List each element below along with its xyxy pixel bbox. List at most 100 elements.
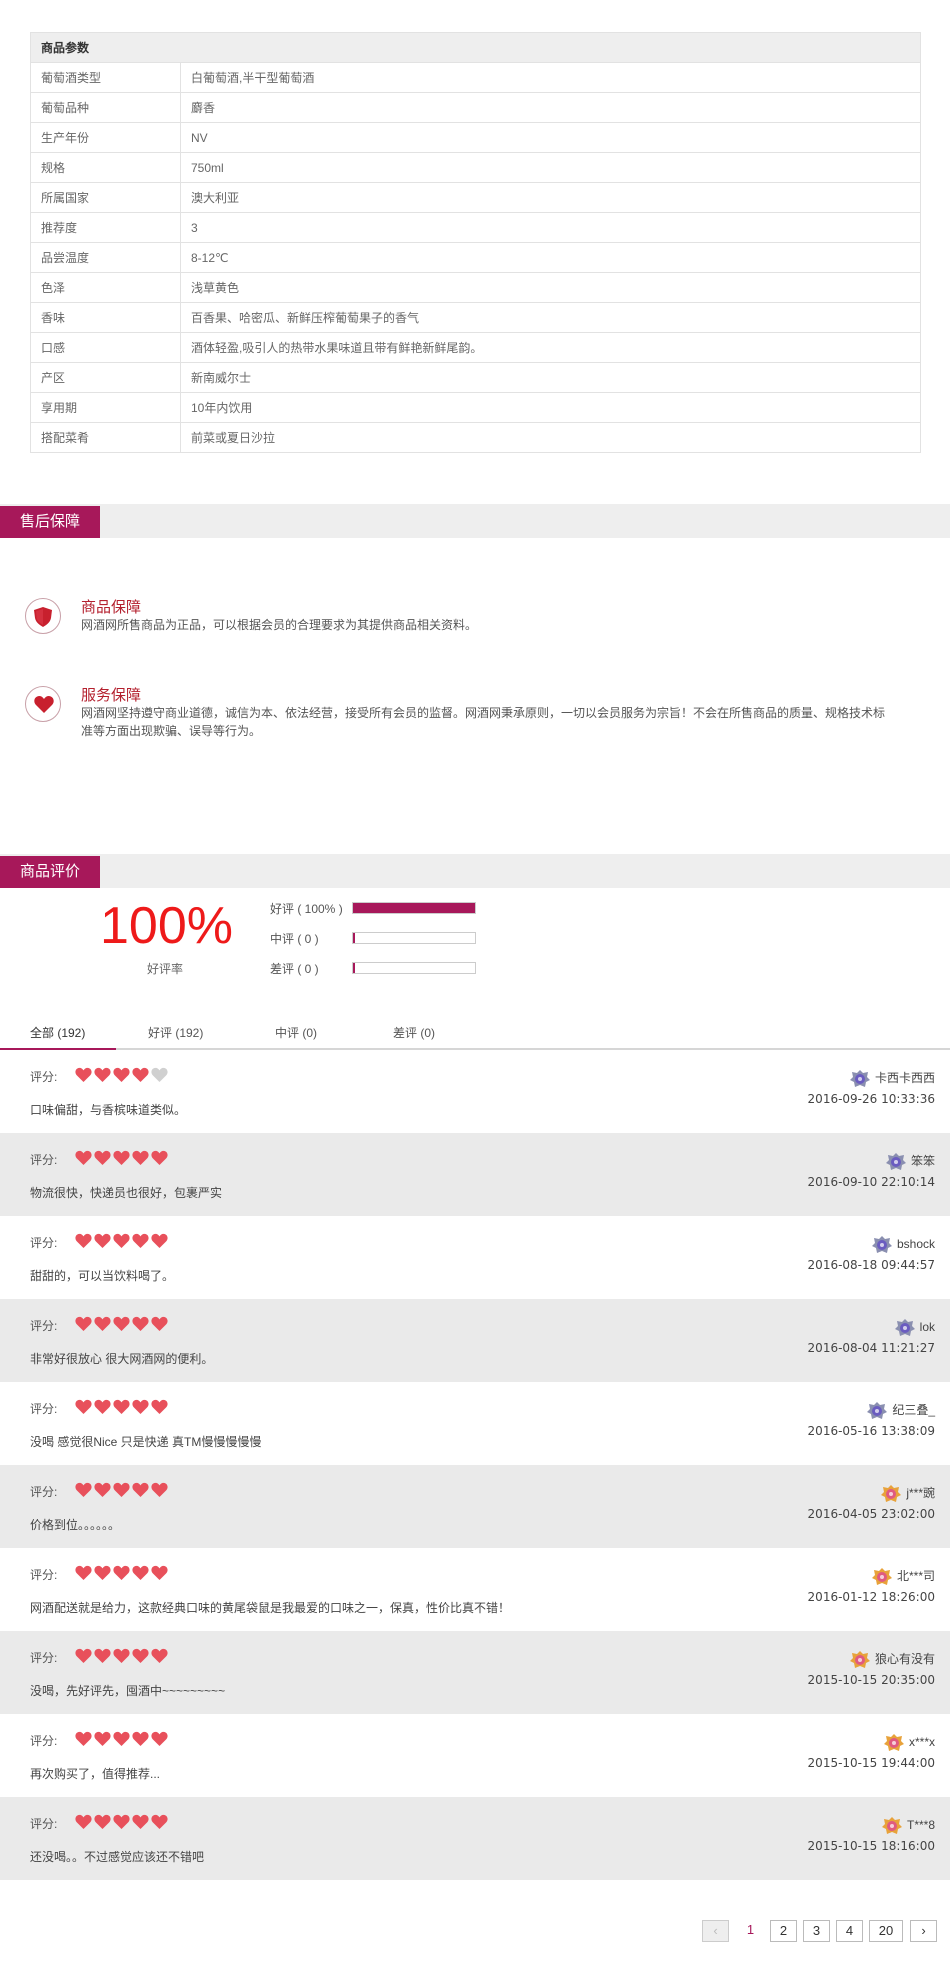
after-sales-tab[interactable]: 售后保障 [0, 506, 100, 538]
positive-rate-label: 好评率 [146, 962, 183, 976]
heart-icon [132, 1565, 149, 1580]
heart-icon [151, 1482, 168, 1497]
shield-icon [25, 598, 61, 634]
score-hearts [75, 1316, 170, 1334]
heart-icon [94, 1316, 111, 1331]
heart-icon [94, 1731, 111, 1746]
param-value: 白葡萄酒,半干型葡萄酒 [180, 62, 921, 93]
param-key: 葡萄品种 [30, 92, 181, 123]
score-label: 评分: [30, 1402, 58, 1416]
review-username: 笨笨 [910, 1154, 935, 1168]
page-4[interactable]: 4 [836, 1920, 863, 1942]
rating-neutral-label: 中评 ( 0 ) [270, 932, 319, 946]
review-user[interactable]: lok [894, 1317, 935, 1337]
heart-icon [113, 1482, 130, 1497]
review-user[interactable]: bshock [871, 1234, 935, 1254]
review-text: 还没喝。。不过感觉应该还不错吧 [30, 1850, 205, 1864]
param-value: 3 [180, 212, 921, 243]
param-key: 色泽 [30, 272, 181, 303]
page-1[interactable]: 1 [737, 1920, 764, 1942]
heart-icon [113, 1648, 130, 1663]
review-text: 非常好很放心 很大网酒网的便利。 [30, 1352, 214, 1366]
heart-icon [75, 1482, 92, 1497]
param-key: 葡萄酒类型 [30, 62, 181, 93]
param-value: 750ml [180, 152, 921, 183]
review-user[interactable]: 北***司 [871, 1566, 935, 1586]
rating-bad-bar [352, 962, 476, 974]
review-user[interactable]: 纪三叠_ [866, 1400, 935, 1420]
review-user[interactable]: j***豌 [880, 1483, 935, 1503]
heart-icon [151, 1565, 168, 1580]
heart-icon [113, 1565, 130, 1580]
member-badge-icon [881, 1484, 902, 1502]
page-2[interactable]: 2 [770, 1920, 797, 1942]
heart-icon [151, 1150, 168, 1165]
tab-bad[interactable]: 差评 (0) [393, 1024, 435, 1041]
params-row: 产区 新南威尔士 [30, 362, 921, 393]
review-item: 评分: 还没喝。。不过感觉应该还不错吧 T***8 2015-10-15 18:16:… [0, 1797, 950, 1880]
page-3[interactable]: 3 [803, 1920, 830, 1942]
param-key: 口感 [30, 332, 181, 363]
review-text: 口味偏甜，与香槟味道类似。 [30, 1103, 187, 1117]
review-username: 狼心有没有 [874, 1652, 935, 1666]
tab-neutral[interactable]: 中评 (0) [275, 1024, 317, 1041]
heart-icon [75, 1731, 92, 1746]
params-row: 生产年份 NV [30, 122, 921, 153]
member-badge-icon [849, 1650, 870, 1668]
heart-icon [75, 1399, 92, 1414]
heart-icon [94, 1648, 111, 1663]
review-user[interactable]: 狼心有没有 [849, 1649, 935, 1669]
heart-icon [113, 1150, 130, 1165]
review-user[interactable]: 笨笨 [885, 1151, 935, 1171]
review-item: 评分: 非常好很放心 很大网酒网的便利。 lok 2016-08-04 11:21:2… [0, 1299, 950, 1382]
member-badge-icon [881, 1816, 902, 1834]
guarantee-service-desc: 网酒网坚持遵守商业道德，诚信为本、依法经营，接受所有会员的监督。网酒网秉承原则，… [81, 706, 886, 738]
score-hearts [75, 1814, 170, 1832]
score-hearts [75, 1648, 170, 1666]
review-user[interactable]: 卡西卡西西 [849, 1068, 935, 1088]
params-row: 葡萄品种 麝香 [30, 92, 921, 123]
params-row: 口感 酒体轻盈,吸引人的热带水果味道且带有鲜艳新鲜尾韵。 [30, 332, 921, 363]
heart-icon [132, 1482, 149, 1497]
heart-icon [75, 1814, 92, 1829]
heart-icon [132, 1233, 149, 1248]
heart-icon [75, 1565, 92, 1580]
score-hearts [75, 1067, 170, 1085]
heart-icon [113, 1399, 130, 1414]
params-row: 享用期 10年内饮用 [30, 392, 921, 423]
next-page-button[interactable]: › [910, 1920, 937, 1942]
tab-good[interactable]: 好评 (192) [148, 1024, 203, 1041]
param-key: 所属国家 [30, 182, 181, 213]
page-20[interactable]: 20 [869, 1920, 903, 1942]
prev-page-button[interactable]: ‹ [702, 1920, 729, 1942]
rating-bad-fill [353, 963, 355, 973]
tab-all[interactable]: 全部 (192) [30, 1024, 85, 1041]
review-text: 没喝 感觉很Nice 只是快递 真TM慢慢慢慢慢 [30, 1435, 262, 1449]
review-item: 评分: 口味偏甜，与香槟味道类似。 卡西卡西西 2016-09-26 10:33:36 [0, 1050, 950, 1133]
reviews-tab[interactable]: 商品评价 [0, 856, 100, 888]
heart-icon [94, 1150, 111, 1165]
review-user[interactable]: T***8 [881, 1815, 935, 1835]
param-value: 酒体轻盈,吸引人的热带水果味道且带有鲜艳新鲜尾韵。 [180, 332, 921, 363]
rating-good-fill [353, 903, 475, 913]
score-hearts [75, 1565, 170, 1583]
heart-icon [132, 1814, 149, 1829]
param-value: 新南威尔士 [180, 362, 921, 393]
score-hearts [75, 1150, 170, 1168]
guarantee-product-title: 商品保障 [81, 599, 142, 616]
score-label: 评分: [30, 1568, 58, 1582]
score-hearts [75, 1233, 170, 1251]
guarantee-product-desc: 网酒网所售商品为正品，可以根据会员的合理要求为其提供商品相关资料。 [81, 618, 478, 632]
review-time: 2015-10-15 18:16:00 [807, 1839, 935, 1853]
member-badge-icon [867, 1401, 888, 1419]
param-key: 香味 [30, 302, 181, 333]
member-badge-icon [883, 1733, 904, 1751]
score-hearts [75, 1731, 170, 1749]
params-row: 规格 750ml [30, 152, 921, 183]
heart-icon [94, 1814, 111, 1829]
member-badge-icon [871, 1235, 892, 1253]
score-label: 评分: [30, 1319, 58, 1333]
heart-icon [151, 1316, 168, 1331]
product-params-table: 商品参数 葡萄酒类型 白葡萄酒,半干型葡萄酒 葡萄品种 麝香 生产年份 NV 规格 750ml… [30, 32, 921, 453]
review-user[interactable]: x***x [883, 1732, 935, 1752]
